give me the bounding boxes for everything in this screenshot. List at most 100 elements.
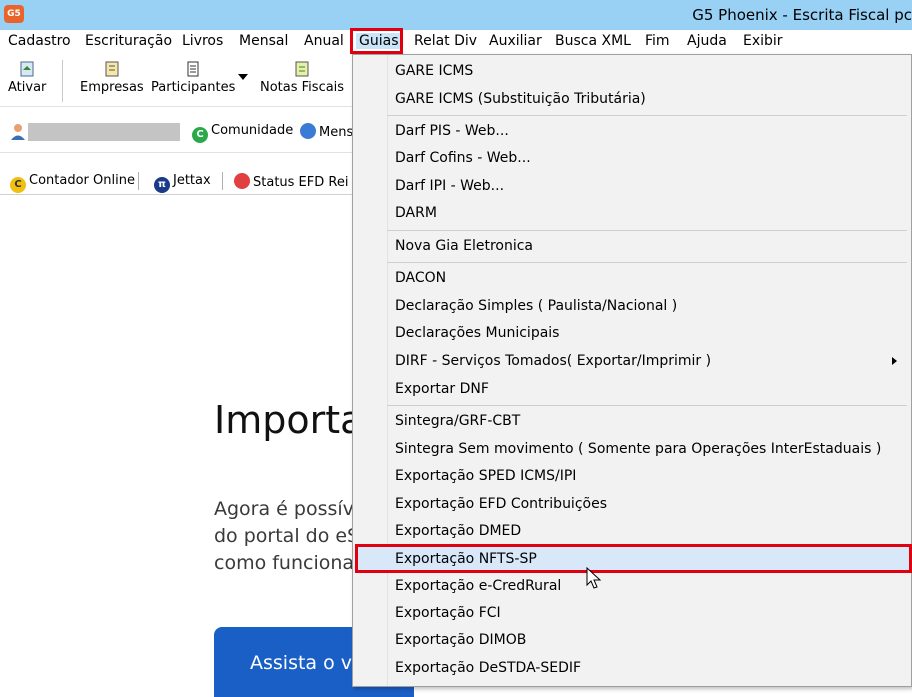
mensagens-link[interactable]: Mens xyxy=(300,123,353,140)
content-paragraph-line: Agora é possív xyxy=(214,498,354,520)
menu-item-label: DIRF - Serviços Tomados( Exportar/Imprim… xyxy=(395,353,712,369)
contador-online-icon: C xyxy=(10,177,26,193)
content-paragraph-line: como funciona xyxy=(214,552,355,574)
menu-item-declaracoes-municipais[interactable]: Declarações Municipais xyxy=(353,320,911,346)
main-toolbar: Ativar Empresas Participantes Notas Fisc… xyxy=(0,54,352,107)
contador-online-link[interactable]: C Contador Online xyxy=(10,173,135,193)
menu-separator xyxy=(387,230,907,231)
menu-auxiliar[interactable]: Auxiliar xyxy=(489,33,542,49)
menu-item-declaracao-simples[interactable]: Declaração Simples ( Paulista/Nacional ) xyxy=(353,293,911,319)
menu-item-dimob[interactable]: Exportação DIMOB xyxy=(353,627,911,653)
notas-fiscais-label: Notas Fiscais xyxy=(260,80,345,95)
menu-separator xyxy=(387,405,907,406)
jettax-link[interactable]: π Jettax xyxy=(154,173,211,193)
comunidade-link[interactable]: C Comunidade xyxy=(192,123,293,143)
app-logo-icon: G5 xyxy=(4,5,24,23)
watch-video-label: Assista o v xyxy=(250,652,353,674)
menu-separator xyxy=(387,115,907,116)
user-icon xyxy=(11,124,25,140)
menu-item-label: Exportação DMED xyxy=(395,523,522,539)
menu-item-sintegra-grf[interactable]: Sintegra/GRF-CBT xyxy=(353,408,911,434)
empresas-icon xyxy=(105,61,119,77)
menu-item-label: GARE ICMS xyxy=(395,63,474,79)
empresas-label: Empresas xyxy=(80,80,144,95)
mensagens-icon xyxy=(300,123,316,139)
menu-item-darf-cofins[interactable]: Darf Cofins - Web... xyxy=(353,145,911,171)
participantes-label: Participantes xyxy=(151,80,236,95)
status-efd-link[interactable]: Status EFD Rei xyxy=(234,173,348,190)
menu-item-gare-icms-st[interactable]: GARE ICMS (Substituição Tributária) xyxy=(353,86,911,112)
content-heading: Importa xyxy=(214,398,364,442)
participantes-button[interactable]: Participantes xyxy=(151,60,235,95)
menu-item-label: Darf Cofins - Web... xyxy=(395,150,531,166)
menu-item-label: Exportação SPED ICMS/IPI xyxy=(395,468,577,484)
menu-item-e-credrural[interactable]: Exportação e-CredRural xyxy=(353,573,911,599)
menu-item-label: Sintegra/GRF-CBT xyxy=(395,413,521,429)
menu-fim[interactable]: Fim xyxy=(645,33,670,49)
guias-dropdown-menu-lower: Exportação e-CredRural Exportação FCI Ex… xyxy=(353,573,911,686)
ativar-label: Ativar xyxy=(8,80,47,95)
menu-item-label: Declarações Municipais xyxy=(395,325,560,341)
toolbar-separator xyxy=(62,60,63,102)
user-toolbar: C Comunidade Mens xyxy=(0,112,353,153)
menu-ajuda[interactable]: Ajuda xyxy=(687,33,727,49)
menu-item-gare-icms[interactable]: GARE ICMS xyxy=(353,58,911,84)
menu-item-dirf[interactable]: DIRF - Serviços Tomados( Exportar/Imprim… xyxy=(353,348,911,374)
menu-escrituracao[interactable]: Escrituração xyxy=(85,33,172,49)
toolbar-separator xyxy=(222,172,223,190)
menu-mensal[interactable]: Mensal xyxy=(239,33,288,49)
menu-item-label: Exportação NFTS-SP xyxy=(395,551,537,567)
menu-anual[interactable]: Anual xyxy=(304,33,344,49)
submenu-arrow-icon xyxy=(892,357,897,365)
ativar-button[interactable]: Ativar xyxy=(8,60,46,95)
menu-item-sintegra-sem-movimento[interactable]: Sintegra Sem movimento ( Somente para Op… xyxy=(353,436,911,462)
guias-menu-highlight xyxy=(350,28,403,54)
menu-item-destda-sedif[interactable]: Exportação DeSTDA-SEDIF xyxy=(353,655,911,681)
menu-item-label: Exportar DNF xyxy=(395,381,489,397)
menu-cadastro[interactable]: Cadastro xyxy=(8,33,71,49)
comunidade-label: Comunidade xyxy=(211,123,294,138)
menu-separator xyxy=(387,262,907,263)
menu-item-sped-icms-ipi[interactable]: Exportação SPED ICMS/IPI xyxy=(353,463,911,489)
menu-item-label: Sintegra Sem movimento ( Somente para Op… xyxy=(395,441,882,457)
menu-item-exportar-dnf[interactable]: Exportar DNF xyxy=(353,376,911,402)
menu-item-label: Declaração Simples ( Paulista/Nacional ) xyxy=(395,298,678,314)
menu-item-nova-gia[interactable]: Nova Gia Eletronica xyxy=(353,233,911,259)
menu-item-nfts-sp[interactable]: Exportação NFTS-SP xyxy=(355,544,912,573)
menu-item-efd-contribuicoes[interactable]: Exportação EFD Contribuições xyxy=(353,491,911,517)
user-name-redacted xyxy=(28,123,180,141)
menu-item-dmed[interactable]: Exportação DMED xyxy=(353,518,911,544)
chevron-down-icon[interactable] xyxy=(238,74,248,80)
menu-item-label: Exportação EFD Contribuições xyxy=(395,496,607,512)
toolbar-separator xyxy=(138,172,139,190)
menu-item-label: Exportação DIMOB xyxy=(395,632,527,648)
menu-item-darf-pis[interactable]: Darf PIS - Web... xyxy=(353,118,911,144)
ativar-icon xyxy=(20,61,34,77)
menu-item-fci[interactable]: Exportação FCI xyxy=(353,600,911,626)
menu-item-darm[interactable]: DARM xyxy=(353,200,911,226)
menu-item-label: Exportação FCI xyxy=(395,605,501,621)
empresas-button[interactable]: Empresas xyxy=(80,60,144,95)
window-title: G5 Phoenix - Escrita Fiscal pc xyxy=(692,6,912,24)
menu-item-label: DARM xyxy=(395,205,437,221)
notas-fiscais-icon xyxy=(295,61,309,77)
mensagens-label: Mens xyxy=(319,125,354,140)
menu-busca-xml[interactable]: Busca XML xyxy=(555,33,631,49)
notas-fiscais-button[interactable]: Notas Fiscais xyxy=(260,60,344,95)
menu-livros[interactable]: Livros xyxy=(182,33,223,49)
menu-item-darf-ipi[interactable]: Darf IPI - Web... xyxy=(353,173,911,199)
status-efd-label: Status EFD Rei xyxy=(253,175,349,190)
menu-relat-div[interactable]: Relat Div xyxy=(414,33,477,49)
contador-online-label: Contador Online xyxy=(29,173,135,188)
menu-item-dacon[interactable]: DACON xyxy=(353,265,911,291)
menu-exibir[interactable]: Exibir xyxy=(743,33,783,49)
title-bar: G5 G5 Phoenix - Escrita Fiscal pc xyxy=(0,0,912,30)
participantes-icon xyxy=(187,61,199,77)
jettax-label: Jettax xyxy=(173,173,211,188)
mouse-cursor-icon xyxy=(586,567,602,589)
links-toolbar: C Contador Online π Jettax Status EFD Rei xyxy=(0,168,352,195)
menu-item-label: Darf PIS - Web... xyxy=(395,123,509,139)
menu-item-label: Nova Gia Eletronica xyxy=(395,238,534,254)
menu-item-label: GARE ICMS (Substituição Tributária) xyxy=(395,91,646,107)
menu-bar: Cadastro Escrituração Livros Mensal Anua… xyxy=(0,30,912,53)
